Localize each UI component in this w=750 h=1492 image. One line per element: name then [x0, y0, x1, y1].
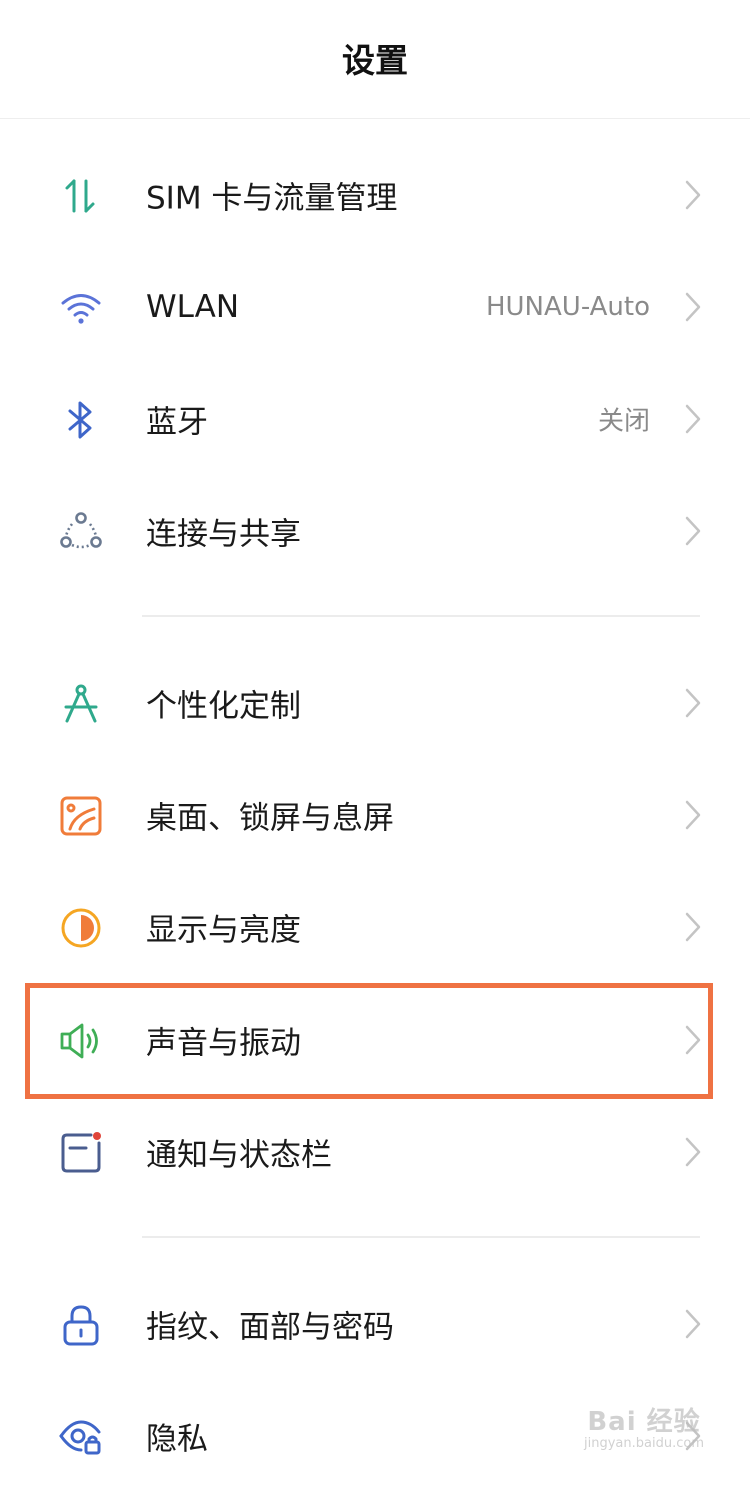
- settings-item-sim[interactable]: SIM 卡与流量管理: [0, 139, 750, 251]
- item-label: 隐私: [146, 1421, 208, 1458]
- chevron-right-icon: [682, 686, 704, 720]
- settings-item-privacy[interactable]: 隐私: [0, 1380, 750, 1492]
- item-label: WLAN: [146, 289, 240, 325]
- chevron-right-icon: [682, 798, 704, 832]
- chevron-right-icon: [682, 514, 704, 548]
- chevron-right-icon: [682, 910, 704, 944]
- page-title: 设置: [342, 41, 408, 80]
- chevron-right-icon: [682, 1307, 704, 1341]
- settings-item-fingerprint-face-password[interactable]: 指纹、面部与密码: [0, 1268, 750, 1380]
- chevron-right-icon: [682, 178, 704, 212]
- item-label: 声音与振动: [146, 1025, 301, 1062]
- settings-item-display-brightness[interactable]: 显示与亮度: [0, 871, 750, 983]
- item-value: HUNAU-Auto: [485, 292, 650, 322]
- wallpaper-icon: [58, 793, 104, 839]
- chevron-right-icon: [682, 290, 704, 324]
- item-label: 蓝牙: [146, 404, 208, 441]
- display-brightness-icon: [58, 905, 104, 951]
- settings-item-bluetooth[interactable]: 蓝牙 关闭: [0, 363, 750, 475]
- connection-share-icon: [58, 509, 104, 555]
- title-bar: 设置: [0, 0, 750, 119]
- chevron-right-icon: [682, 402, 704, 436]
- wifi-icon: [58, 285, 104, 331]
- item-value: 关闭: [597, 406, 650, 437]
- bluetooth-icon: [58, 397, 104, 443]
- settings-item-personalization[interactable]: 个性化定制: [0, 647, 750, 759]
- item-label: 通知与状态栏: [146, 1137, 332, 1174]
- item-label: 显示与亮度: [146, 912, 301, 949]
- settings-item-notification-statusbar[interactable]: 通知与状态栏: [0, 1096, 750, 1208]
- section-divider: [142, 615, 700, 617]
- settings-item-desktop-lockscreen[interactable]: 桌面、锁屏与息屏: [0, 759, 750, 871]
- item-label: 连接与共享: [146, 516, 301, 553]
- settings-item-sound-vibration[interactable]: 声音与振动: [0, 984, 750, 1096]
- section-divider: [142, 1236, 700, 1238]
- chevron-right-icon: [682, 1419, 704, 1453]
- item-label: 指纹、面部与密码: [146, 1309, 394, 1346]
- notification-icon: [58, 1130, 104, 1176]
- settings-item-connection-share[interactable]: 连接与共享: [0, 475, 750, 587]
- privacy-eye-icon: [58, 1414, 104, 1460]
- item-label: SIM 卡与流量管理: [146, 180, 398, 217]
- item-label: 个性化定制: [146, 688, 301, 725]
- settings-item-wlan[interactable]: WLAN HUNAU-Auto: [0, 251, 750, 363]
- sim-data-icon: [58, 173, 104, 219]
- chevron-right-icon: [682, 1135, 704, 1169]
- compass-icon: [58, 681, 104, 727]
- item-label: 桌面、锁屏与息屏: [146, 800, 394, 837]
- chevron-right-icon: [682, 1023, 704, 1057]
- speaker-icon: [58, 1018, 104, 1064]
- lock-icon: [58, 1302, 104, 1348]
